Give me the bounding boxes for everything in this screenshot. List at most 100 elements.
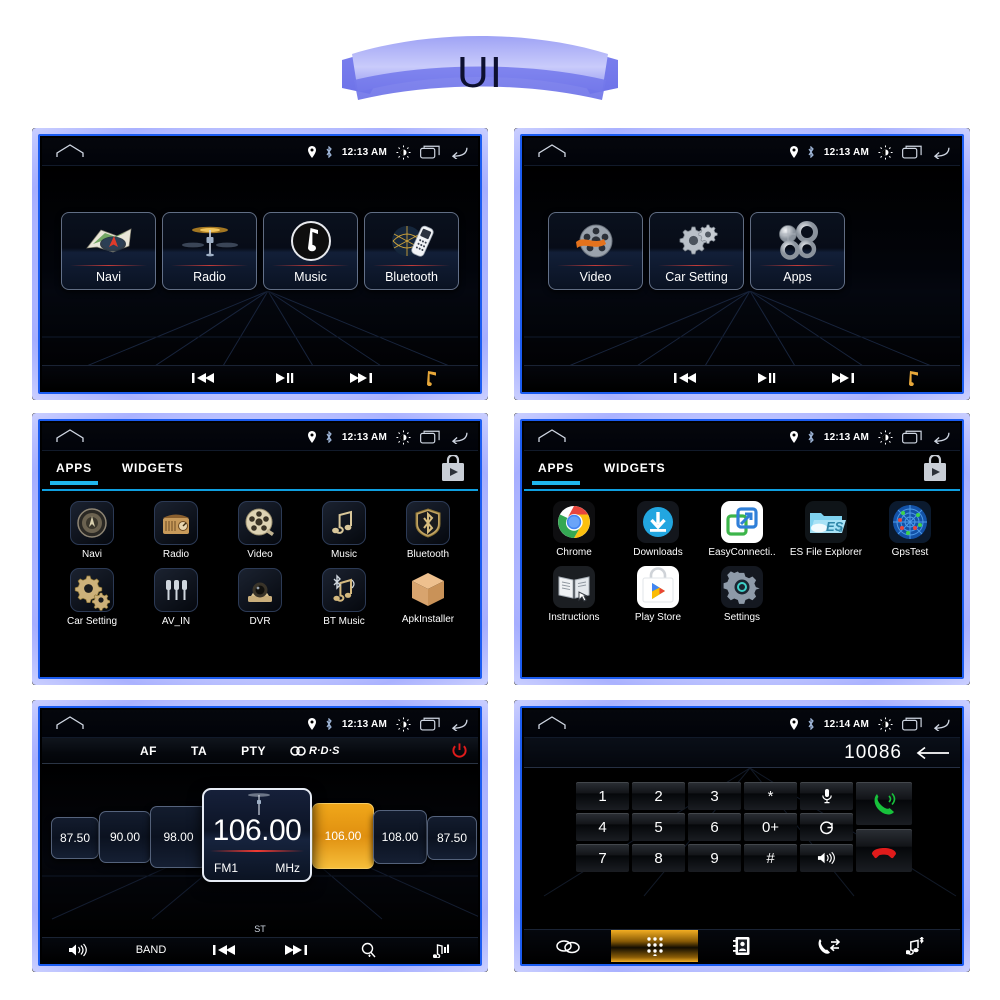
home-icon[interactable] bbox=[538, 144, 566, 158]
backspace-arrow-icon[interactable] bbox=[916, 746, 950, 760]
home-icon[interactable] bbox=[538, 429, 566, 443]
radio-pty-button[interactable]: PTY bbox=[241, 744, 266, 758]
home-tile-video[interactable]: Video bbox=[548, 212, 643, 290]
radio-preset-6[interactable]: 87.50 bbox=[427, 816, 477, 860]
app-car-setting[interactable]: Car Setting bbox=[50, 568, 134, 627]
app-chrome[interactable]: Chrome bbox=[532, 501, 616, 558]
radio-band-button[interactable]: BAND bbox=[115, 944, 188, 956]
next-track-button[interactable] bbox=[832, 372, 854, 384]
app-music[interactable]: Music bbox=[302, 501, 386, 560]
music-shortcut-button[interactable] bbox=[424, 370, 438, 386]
app-navi[interactable]: Navi bbox=[50, 501, 134, 560]
app-es-file-explorer[interactable]: ES 3 ES File Explorer bbox=[784, 501, 868, 558]
brightness-icon[interactable] bbox=[878, 429, 893, 445]
home-tile-bluetooth[interactable]: Bluetooth bbox=[364, 212, 459, 290]
radio-preset-5[interactable]: 108.00 bbox=[373, 810, 427, 864]
recents-icon[interactable] bbox=[902, 145, 922, 159]
dialer-tab-bluetooth[interactable] bbox=[524, 930, 611, 962]
key-star[interactable]: * bbox=[744, 782, 797, 810]
dial-number-display[interactable]: 10086 bbox=[524, 738, 960, 768]
dialer-tab-keypad[interactable] bbox=[611, 930, 699, 962]
back-arrow-icon[interactable] bbox=[931, 430, 950, 444]
app-apk-installer[interactable]: ApkInstaller bbox=[386, 568, 470, 627]
home-tile-navi[interactable]: Navi bbox=[61, 212, 156, 290]
radio-preset-3[interactable]: 98.00 bbox=[150, 806, 207, 868]
key-1[interactable]: 1 bbox=[576, 782, 629, 810]
back-arrow-icon[interactable] bbox=[931, 717, 950, 731]
radio-power-button[interactable] bbox=[451, 742, 468, 764]
app-downloads[interactable]: Downloads bbox=[616, 501, 700, 558]
play-pause-button[interactable] bbox=[758, 372, 776, 384]
radio-next-button[interactable] bbox=[260, 944, 333, 956]
key-4[interactable]: 4 bbox=[576, 813, 629, 841]
back-arrow-icon[interactable] bbox=[449, 430, 468, 444]
dialer-tab-contacts[interactable] bbox=[698, 930, 785, 962]
app-bluetooth[interactable]: Bluetooth bbox=[386, 501, 470, 560]
prev-track-button[interactable] bbox=[192, 372, 214, 384]
app-bt-music[interactable]: BT Music bbox=[302, 568, 386, 627]
radio-rds-button[interactable]: R·D·S bbox=[290, 745, 340, 757]
key-5[interactable]: 5 bbox=[632, 813, 685, 841]
brightness-icon[interactable] bbox=[396, 429, 411, 445]
play-store-bag-icon[interactable] bbox=[440, 453, 466, 488]
tab-widgets[interactable]: WIDGETS bbox=[122, 461, 184, 479]
home-icon[interactable] bbox=[56, 429, 84, 443]
tab-apps[interactable]: APPS bbox=[532, 461, 580, 485]
dialer-tab-bt-music[interactable] bbox=[873, 930, 960, 962]
radio-prev-button[interactable] bbox=[187, 944, 260, 956]
brightness-icon[interactable] bbox=[878, 144, 893, 160]
key-refresh[interactable] bbox=[800, 813, 853, 841]
brightness-icon[interactable] bbox=[396, 144, 411, 160]
recents-icon[interactable] bbox=[420, 430, 440, 444]
key-3[interactable]: 3 bbox=[688, 782, 741, 810]
radio-preset-2[interactable]: 90.00 bbox=[99, 811, 151, 863]
home-tile-apps[interactable]: Apps bbox=[750, 212, 845, 290]
radio-eq-button[interactable] bbox=[405, 943, 478, 958]
radio-current-frequency-card[interactable]: 106.00 FM1 MHz bbox=[202, 788, 312, 882]
key-hash[interactable]: # bbox=[744, 844, 797, 872]
app-dvr[interactable]: DVR bbox=[218, 568, 302, 627]
key-2[interactable]: 2 bbox=[632, 782, 685, 810]
music-shortcut-button[interactable] bbox=[906, 370, 920, 386]
app-easyconnection[interactable]: EasyConnecti.. bbox=[700, 501, 784, 558]
key-6[interactable]: 6 bbox=[688, 813, 741, 841]
prev-track-button[interactable] bbox=[674, 372, 696, 384]
back-arrow-icon[interactable] bbox=[449, 717, 468, 731]
next-track-button[interactable] bbox=[350, 372, 372, 384]
key-speaker[interactable] bbox=[800, 844, 853, 872]
call-button[interactable] bbox=[856, 782, 912, 825]
brightness-icon[interactable] bbox=[396, 716, 411, 732]
play-pause-button[interactable] bbox=[276, 372, 294, 384]
hangup-button[interactable] bbox=[856, 829, 912, 872]
app-video[interactable]: Video bbox=[218, 501, 302, 560]
radio-af-button[interactable]: AF bbox=[140, 744, 157, 758]
app-radio[interactable]: Radio bbox=[134, 501, 218, 560]
app-settings[interactable]: Settings bbox=[700, 566, 784, 623]
home-icon[interactable] bbox=[56, 144, 84, 158]
app-play-store[interactable]: Play Store bbox=[616, 566, 700, 623]
brightness-icon[interactable] bbox=[878, 716, 893, 732]
recents-icon[interactable] bbox=[902, 430, 922, 444]
radio-volume-button[interactable] bbox=[42, 943, 115, 957]
radio-preset-1[interactable]: 87.50 bbox=[51, 817, 99, 859]
key-8[interactable]: 8 bbox=[632, 844, 685, 872]
app-av-in[interactable]: AV_IN bbox=[134, 568, 218, 627]
radio-scan-button[interactable] bbox=[333, 942, 406, 958]
home-tile-car-setting[interactable]: Car Setting bbox=[649, 212, 744, 290]
dialer-tab-call-log[interactable] bbox=[786, 930, 873, 962]
radio-ta-button[interactable]: TA bbox=[191, 744, 207, 758]
home-tile-radio[interactable]: Radio bbox=[162, 212, 257, 290]
home-icon[interactable] bbox=[538, 716, 566, 730]
key-9[interactable]: 9 bbox=[688, 844, 741, 872]
key-mic[interactable] bbox=[800, 782, 853, 810]
app-gpstest[interactable]: GpsTest bbox=[868, 501, 952, 558]
home-icon[interactable] bbox=[56, 716, 84, 730]
tab-apps[interactable]: APPS bbox=[50, 461, 98, 485]
recents-icon[interactable] bbox=[420, 145, 440, 159]
back-arrow-icon[interactable] bbox=[931, 145, 950, 159]
key-7[interactable]: 7 bbox=[576, 844, 629, 872]
tab-widgets[interactable]: WIDGETS bbox=[604, 461, 666, 479]
play-store-bag-icon[interactable] bbox=[922, 453, 948, 488]
app-instructions[interactable]: Instructions bbox=[532, 566, 616, 623]
home-tile-music[interactable]: Music bbox=[263, 212, 358, 290]
